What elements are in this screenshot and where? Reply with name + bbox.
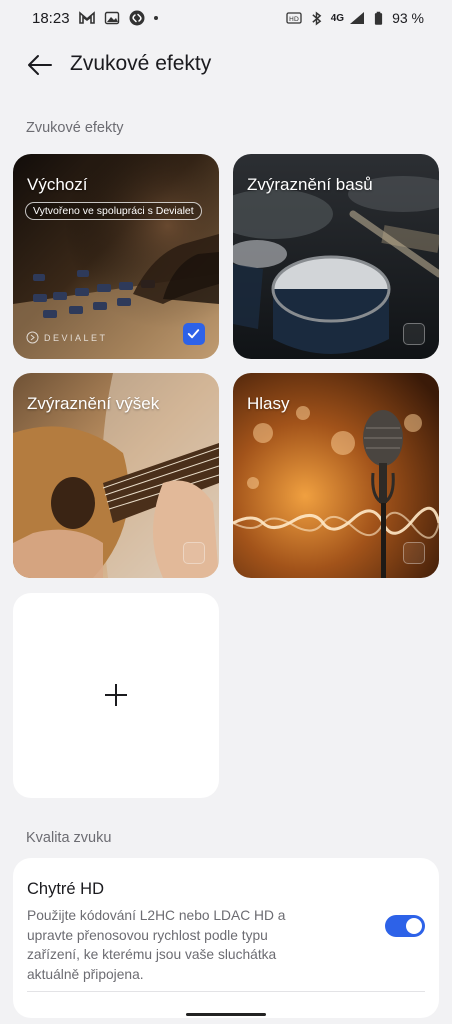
svg-text:HD: HD bbox=[289, 15, 299, 23]
arrow-left-icon bbox=[28, 55, 52, 75]
effect-card-treble[interactable]: Zvýraznění výšek bbox=[13, 373, 219, 578]
devialet-logo: DEVIALET bbox=[26, 331, 108, 344]
effect-checkbox-checked[interactable] bbox=[183, 323, 205, 345]
toggle-knob bbox=[406, 918, 422, 934]
effect-card-default[interactable]: Výchozí Vytvořeno ve spolupráci s Devial… bbox=[13, 154, 219, 359]
gmail-icon bbox=[78, 11, 95, 24]
effect-card-label: Hlasy bbox=[247, 394, 290, 413]
quality-section-label: Kvalita zvuku bbox=[26, 830, 112, 846]
gallery-icon bbox=[104, 11, 119, 25]
back-button[interactable] bbox=[24, 50, 56, 80]
effect-card-label: Zvýraznění výšek bbox=[27, 394, 160, 413]
plus-icon bbox=[105, 684, 127, 706]
app-header: Zvukové efekty bbox=[0, 42, 452, 88]
smart-hd-title: Chytré HD bbox=[27, 880, 105, 898]
effect-checkbox[interactable] bbox=[403, 542, 425, 564]
home-indicator[interactable] bbox=[186, 1013, 266, 1016]
effect-card-vocals[interactable]: Hlasy bbox=[233, 373, 439, 578]
add-effect-button[interactable] bbox=[13, 593, 219, 798]
effect-card-bass[interactable]: Zvýraznění basů bbox=[233, 154, 439, 359]
effects-section-label: Zvukové efekty bbox=[26, 120, 124, 136]
devialet-collab-badge: Vytvořeno ve spolupráci s Devialet bbox=[25, 202, 202, 220]
effect-card-label: Zvýraznění basů bbox=[247, 175, 373, 194]
hd-icon: HD bbox=[286, 12, 302, 24]
battery-percent: 93 % bbox=[392, 10, 424, 26]
network-type: 4G bbox=[330, 12, 345, 24]
divider bbox=[27, 991, 425, 992]
status-bar: 18:23 HD 4G 93 % bbox=[0, 0, 452, 36]
devialet-logo-icon bbox=[26, 331, 39, 344]
effect-checkbox[interactable] bbox=[183, 542, 205, 564]
devialet-logo-text: DEVIALET bbox=[44, 332, 108, 343]
shazam-icon bbox=[129, 10, 145, 26]
smart-hd-description: Použijte kódování L2HC nebo LDAC HD a up… bbox=[27, 908, 286, 982]
bluetooth-icon bbox=[312, 11, 322, 25]
sound-quality-card: Chytré HD Použijte kódování L2HC nebo LD… bbox=[13, 858, 439, 1018]
battery-icon bbox=[374, 11, 383, 25]
signal-icon bbox=[350, 12, 365, 24]
effect-card-label: Výchozí bbox=[27, 175, 88, 194]
smart-hd-toggle[interactable] bbox=[385, 915, 425, 937]
effect-checkbox[interactable] bbox=[403, 323, 425, 345]
status-time: 18:23 bbox=[32, 9, 70, 27]
notification-dot-icon bbox=[153, 16, 158, 20]
page-title: Zvukové efekty bbox=[70, 52, 212, 75]
check-icon bbox=[187, 329, 200, 339]
